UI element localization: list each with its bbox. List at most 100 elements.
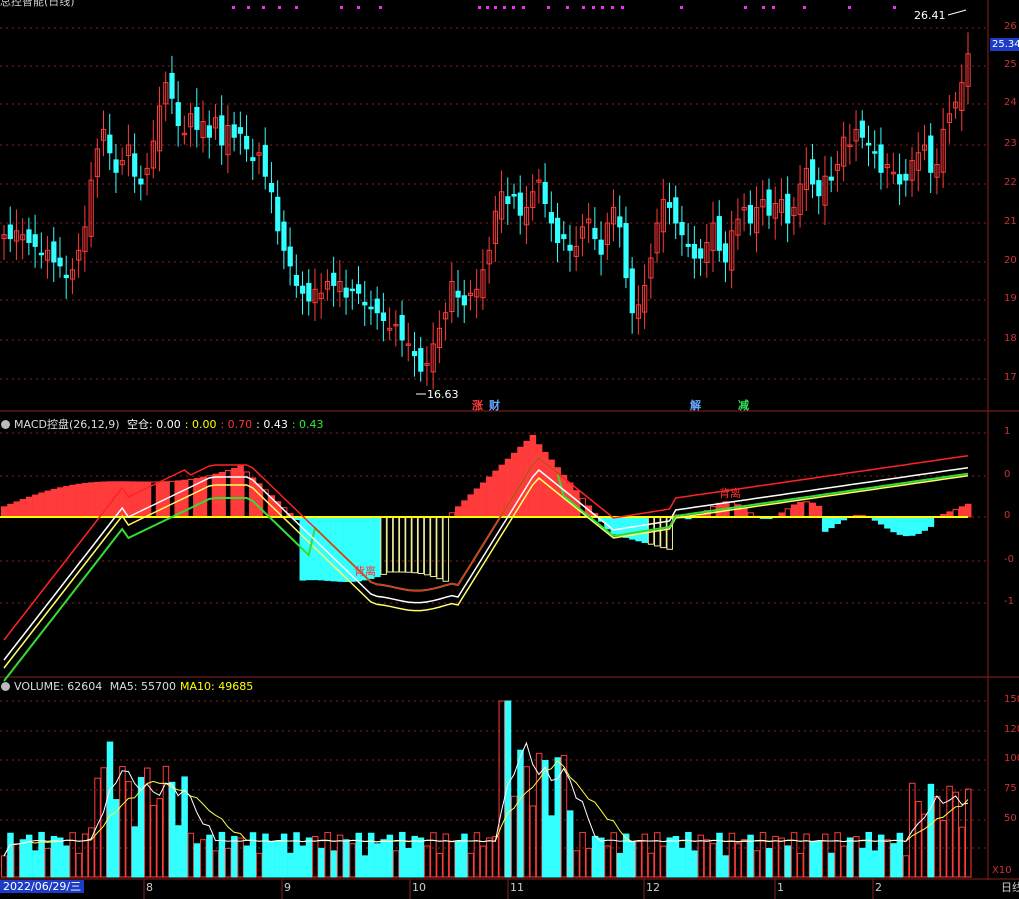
macd-bar-negative <box>411 516 418 574</box>
volume-bar <box>710 843 717 878</box>
macd-bar-positive <box>473 488 481 518</box>
axis-tick-label: 0 <box>1004 510 1011 521</box>
volume-bar <box>759 831 767 878</box>
macd-bar-positive <box>19 499 27 518</box>
volume-bar <box>728 832 736 878</box>
candle-body <box>685 243 691 247</box>
macd-bar-positive <box>1 506 8 518</box>
macd-bar-negative <box>909 516 916 536</box>
low-price-label: 16.63 <box>427 388 459 401</box>
macd-bar-positive <box>237 465 244 518</box>
volume-bar <box>423 845 431 878</box>
indicator-settings-icon[interactable] <box>1 420 10 429</box>
macd-bar-negative <box>430 516 437 578</box>
indicator-settings-icon[interactable] <box>1 682 10 691</box>
macd-bar-positive <box>125 481 132 518</box>
volume-bar <box>399 831 406 878</box>
candle-body <box>293 274 300 286</box>
candle-body <box>455 290 461 298</box>
volume-bar <box>654 832 661 878</box>
volume-bar <box>380 839 387 878</box>
candle-body <box>623 223 629 279</box>
volume-bar <box>13 843 20 878</box>
macd-bar-positive <box>809 502 817 518</box>
macd-bar-negative <box>423 516 431 576</box>
volume-bar <box>703 839 711 878</box>
volume-bar <box>790 832 798 878</box>
candle-body <box>51 241 57 263</box>
volume-bar <box>716 832 723 878</box>
macd-bar-negative <box>610 516 617 535</box>
event-marker-jian[interactable]: 减 <box>738 399 749 412</box>
volume-bar <box>585 847 593 878</box>
candle-body <box>411 351 418 357</box>
candle-body <box>747 204 754 224</box>
signal-dot <box>744 6 747 9</box>
signal-dot <box>621 6 624 9</box>
volume-bar <box>237 837 244 878</box>
candle-body <box>673 197 679 224</box>
macd-bar-positive <box>156 481 163 518</box>
divergence-label-2: 背离 <box>719 487 741 500</box>
axis-tick-label: 20 <box>1004 255 1017 266</box>
volume-bar <box>374 843 381 878</box>
volume-bar <box>871 850 879 878</box>
date-tick-label: 11 <box>510 881 524 894</box>
volume-bar <box>299 845 307 878</box>
candle-body <box>766 189 772 216</box>
volume-bar <box>479 845 487 878</box>
axis-tick-label: 50 <box>1004 813 1017 824</box>
axis-tick-label: 24 <box>1004 97 1017 108</box>
signal-dot <box>601 6 604 9</box>
high-arrow <box>947 9 967 16</box>
candle-body <box>57 257 63 267</box>
volume-bar <box>343 839 350 878</box>
volume-bar <box>56 837 64 878</box>
signal-dot <box>772 6 775 9</box>
macd-bar-negative <box>921 516 928 531</box>
volume-bar <box>840 845 848 878</box>
macd-bar-positive <box>50 488 58 518</box>
volume-bar <box>473 832 481 878</box>
volume-bar <box>498 700 506 878</box>
candle-body <box>206 125 212 138</box>
event-marker-zhang[interactable]: 涨 <box>472 399 483 412</box>
volume-bar <box>902 855 910 878</box>
candle-body <box>561 234 567 240</box>
macd-bar-positive <box>106 481 114 518</box>
stock-chart[interactable] <box>0 0 1019 899</box>
candlestick-series <box>1 32 971 390</box>
candle-body <box>7 224 13 240</box>
axis-tick-label: 150 <box>1004 694 1019 705</box>
macd-bar-positive <box>952 508 960 518</box>
candle-body <box>32 234 38 247</box>
macd-bar-negative <box>324 516 331 581</box>
date-tick-label: 2 <box>875 881 882 894</box>
event-marker-cai[interactable]: 财 <box>489 399 500 412</box>
candle-body <box>897 174 903 185</box>
volume-bar <box>660 845 667 878</box>
volume-bar <box>647 852 655 878</box>
candle-body <box>679 221 685 236</box>
period-tab[interactable]: 日线 <box>1001 881 1019 894</box>
candle-body <box>343 287 349 298</box>
volume-bar <box>517 749 524 878</box>
volume-bar <box>448 841 456 878</box>
macd-bar-positive <box>784 508 792 518</box>
macd-bar-positive <box>467 494 474 518</box>
volume-bar <box>933 796 941 878</box>
candle-body <box>268 182 275 193</box>
candle-body <box>903 173 909 181</box>
candle-body <box>505 196 511 205</box>
volume-bar <box>293 832 300 878</box>
macd-bar-positive <box>13 501 20 518</box>
volume-bar <box>772 835 779 878</box>
macd-bar-positive <box>32 494 39 518</box>
macd-bar-negative <box>442 516 450 582</box>
volume-bar <box>75 852 83 878</box>
event-marker-jie[interactable]: 解 <box>690 399 701 412</box>
volume-bar <box>672 836 680 878</box>
candle-body <box>555 217 561 243</box>
macd-bar-negative <box>890 516 897 533</box>
signal-dot <box>494 6 497 9</box>
